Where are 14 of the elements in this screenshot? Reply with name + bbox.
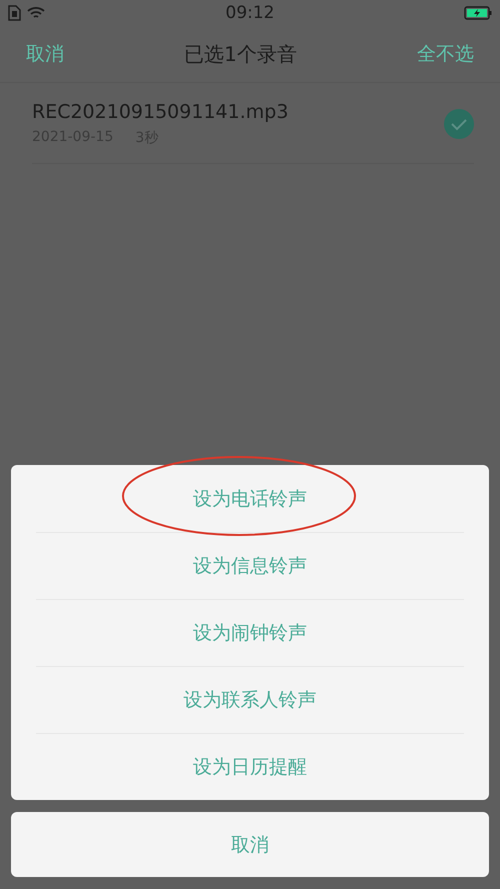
checkbox[interactable] [444, 109, 474, 139]
menu-option[interactable]: 设为闹钟铃声 [36, 599, 464, 666]
menu-option[interactable]: 设为电话铃声 [36, 465, 464, 532]
sheet-cancel-button[interactable]: 取消 [11, 812, 489, 877]
recording-name: REC20210915091141.mp3 [32, 101, 288, 123]
cancel-button[interactable]: 取消 [26, 41, 64, 67]
menu-option[interactable]: 设为联系人铃声 [36, 666, 464, 733]
menu-option[interactable]: 设为信息铃声 [36, 532, 464, 599]
sim-card-icon [8, 5, 21, 21]
status-time: 09:12 [226, 3, 274, 23]
screen-title: 已选1个录音 [184, 40, 297, 68]
menu-option[interactable]: 设为日历提醒 [36, 733, 464, 800]
wifi-icon [27, 6, 45, 20]
deselect-all-button[interactable]: 全不选 [416, 41, 474, 67]
